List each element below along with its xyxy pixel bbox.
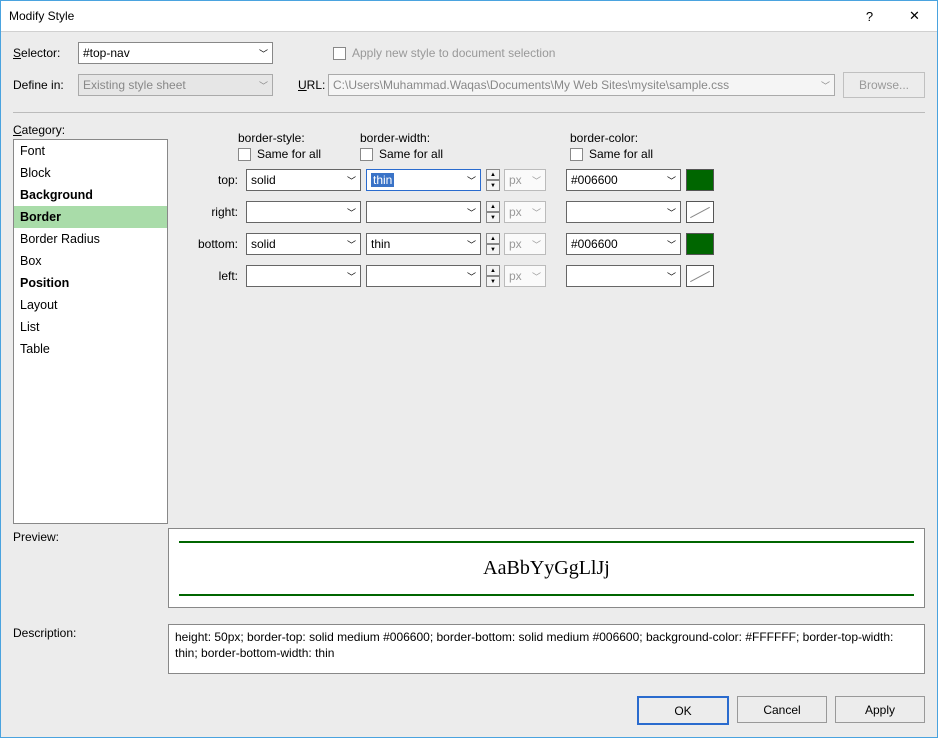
preview-sample: AaBbYyGgLlJj xyxy=(179,541,914,596)
category-item-table[interactable]: Table xyxy=(14,338,167,360)
color-swatch-right[interactable] xyxy=(686,201,714,223)
define-in-label: Define in: xyxy=(13,78,78,92)
chevron-down-icon: ﹀ xyxy=(532,206,541,219)
border-width-header: border-width: xyxy=(360,131,570,145)
selector-combo[interactable]: #top-nav ﹀ xyxy=(78,42,273,64)
description-box: height: 50px; border-top: solid medium #… xyxy=(168,624,925,674)
same-for-all-color-checkbox[interactable] xyxy=(570,148,583,161)
border-row-left: left:﹀﹀▲▼px﹀﹀ xyxy=(198,265,925,287)
border-style-left[interactable]: ﹀ xyxy=(246,265,361,287)
chevron-down-icon: ﹀ xyxy=(532,270,541,283)
chevron-down-icon: ﹀ xyxy=(347,174,356,187)
window-title: Modify Style xyxy=(9,9,847,23)
border-row-top: top:solid﹀thin﹀▲▼px﹀ #006600﹀ xyxy=(198,169,925,191)
width-unit-left: px﹀ xyxy=(504,265,546,287)
same-for-all-width-checkbox[interactable] xyxy=(360,148,373,161)
category-item-border[interactable]: Border xyxy=(14,206,167,228)
url-value: C:\Users\Muhammad.Waqas\Documents\My Web… xyxy=(333,78,729,92)
border-style-top[interactable]: solid﹀ xyxy=(246,169,361,191)
chevron-down-icon: ﹀ xyxy=(467,206,476,219)
define-in-value: Existing style sheet xyxy=(83,78,186,92)
close-button[interactable]: ✕ xyxy=(892,1,937,31)
apply-to-selection-label: Apply new style to document selection xyxy=(352,46,555,60)
side-label-bottom: bottom: xyxy=(198,237,246,251)
border-color-right[interactable]: ﹀ xyxy=(566,201,681,223)
chevron-down-icon: ﹀ xyxy=(667,238,676,251)
width-spinner-top[interactable]: ▲▼ xyxy=(486,169,500,191)
border-color-top[interactable]: #006600﹀ xyxy=(566,169,681,191)
width-unit-top: px﹀ xyxy=(504,169,546,191)
titlebar: Modify Style ? ✕ xyxy=(1,1,937,32)
chevron-down-icon: ﹀ xyxy=(821,79,830,92)
ok-button[interactable]: OK xyxy=(637,696,729,725)
category-item-block[interactable]: Block xyxy=(14,162,167,184)
border-style-bottom[interactable]: solid﹀ xyxy=(246,233,361,255)
border-width-top[interactable]: thin﹀ xyxy=(366,169,481,191)
border-width-right[interactable]: ﹀ xyxy=(366,201,481,223)
category-item-background[interactable]: Background xyxy=(14,184,167,206)
category-list[interactable]: FontBlockBackgroundBorderBorder RadiusBo… xyxy=(13,139,168,524)
border-color-header: border-color: xyxy=(570,131,638,145)
category-item-position[interactable]: Position xyxy=(14,272,167,294)
cancel-button[interactable]: Cancel xyxy=(737,696,827,723)
border-color-bottom[interactable]: #006600﹀ xyxy=(566,233,681,255)
chevron-down-icon: ﹀ xyxy=(532,238,541,251)
side-label-left: left: xyxy=(198,269,246,283)
border-style-right[interactable]: ﹀ xyxy=(246,201,361,223)
preview-box: AaBbYyGgLlJj xyxy=(168,528,925,608)
border-width-bottom[interactable]: thin﹀ xyxy=(366,233,481,255)
help-button[interactable]: ? xyxy=(847,1,892,31)
border-width-left[interactable]: ﹀ xyxy=(366,265,481,287)
category-label: Category: xyxy=(13,123,168,137)
color-swatch-bottom[interactable] xyxy=(686,233,714,255)
chevron-down-icon: ﹀ xyxy=(467,174,476,187)
chevron-down-icon: ﹀ xyxy=(667,206,676,219)
selector-label: Selector: xyxy=(13,46,78,60)
chevron-down-icon: ﹀ xyxy=(347,206,356,219)
chevron-down-icon: ﹀ xyxy=(347,238,356,251)
side-label-top: top: xyxy=(198,173,246,187)
category-item-font[interactable]: Font xyxy=(14,140,167,162)
apply-to-selection-checkbox[interactable] xyxy=(333,47,346,60)
chevron-down-icon: ﹀ xyxy=(259,47,268,60)
category-item-border-radius[interactable]: Border Radius xyxy=(14,228,167,250)
width-unit-right: px﹀ xyxy=(504,201,546,223)
divider xyxy=(13,112,925,113)
chevron-down-icon: ﹀ xyxy=(347,270,356,283)
url-input: C:\Users\Muhammad.Waqas\Documents\My Web… xyxy=(328,74,835,96)
same-for-all-style-checkbox[interactable] xyxy=(238,148,251,161)
url-label: URL: xyxy=(298,78,328,92)
browse-button: Browse... xyxy=(843,72,925,98)
color-swatch-top[interactable] xyxy=(686,169,714,191)
border-style-header: border-style: xyxy=(238,131,360,145)
category-item-layout[interactable]: Layout xyxy=(14,294,167,316)
category-item-list[interactable]: List xyxy=(14,316,167,338)
border-settings: border-style: border-width: border-color… xyxy=(168,123,925,524)
width-spinner-right[interactable]: ▲▼ xyxy=(486,201,500,223)
width-spinner-left[interactable]: ▲▼ xyxy=(486,265,500,287)
border-row-right: right:﹀﹀▲▼px﹀﹀ xyxy=(198,201,925,223)
category-item-box[interactable]: Box xyxy=(14,250,167,272)
modify-style-dialog: Modify Style ? ✕ Selector: #top-nav ﹀ Ap… xyxy=(0,0,938,738)
border-color-left[interactable]: ﹀ xyxy=(566,265,681,287)
border-row-bottom: bottom:solid﹀thin﹀▲▼px﹀ #006600﹀ xyxy=(198,233,925,255)
chevron-down-icon: ﹀ xyxy=(667,270,676,283)
width-spinner-bottom[interactable]: ▲▼ xyxy=(486,233,500,255)
chevron-down-icon: ﹀ xyxy=(467,270,476,283)
define-in-combo: Existing style sheet ﹀ xyxy=(78,74,273,96)
chevron-down-icon: ﹀ xyxy=(467,238,476,251)
description-label: Description: xyxy=(13,624,168,640)
chevron-down-icon: ﹀ xyxy=(532,174,541,187)
apply-button[interactable]: Apply xyxy=(835,696,925,723)
chevron-down-icon: ﹀ xyxy=(259,79,268,92)
color-swatch-left[interactable] xyxy=(686,265,714,287)
chevron-down-icon: ﹀ xyxy=(667,174,676,187)
side-label-right: right: xyxy=(198,205,246,219)
preview-label: Preview: xyxy=(13,528,168,544)
selector-value: #top-nav xyxy=(83,46,130,60)
width-unit-bottom: px﹀ xyxy=(504,233,546,255)
